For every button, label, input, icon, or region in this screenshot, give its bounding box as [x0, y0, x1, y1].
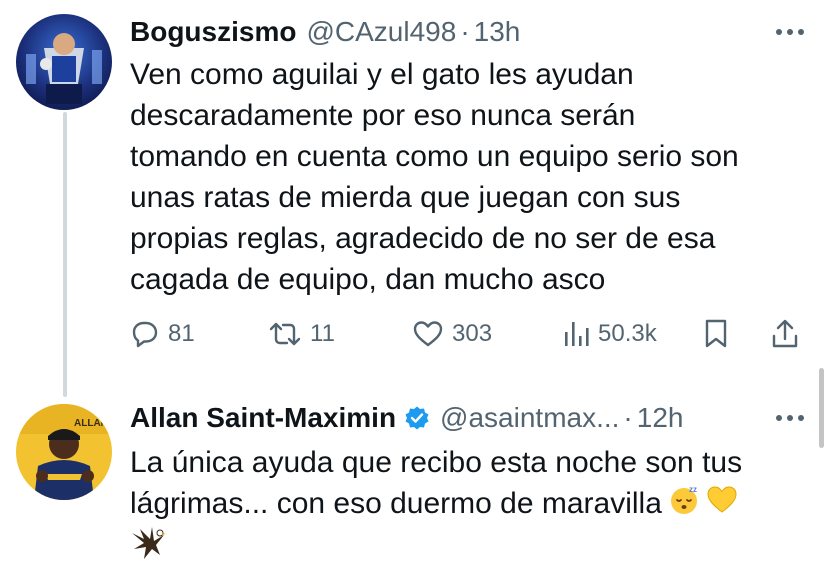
- sleeping-face-icon: zz: [668, 484, 700, 527]
- timestamp[interactable]: 12h: [637, 402, 684, 434]
- tweet-text: Ven como aguilai y el gato les ayudan de…: [130, 54, 798, 300]
- tweet-text-line: cagada de equipo, dan mucho asco: [130, 263, 606, 296]
- user-handle[interactable]: @asaintmax...: [440, 402, 619, 434]
- yellow-heart-icon: [706, 484, 738, 527]
- tweet-text-line-with-emoji: lágrimas... con eso duermo de maravilla z…: [130, 483, 798, 527]
- separator-dot: ·: [623, 402, 633, 433]
- avatar[interactable]: ALLAN: [16, 404, 112, 500]
- tweet-text-line: Ven como aguilai y el gato les ayudan: [130, 58, 634, 91]
- reply-count: 81: [168, 320, 195, 347]
- tweet-text-line: propias reglas, agradecido de no ser de …: [130, 222, 716, 255]
- like-count: 303: [452, 320, 493, 347]
- thread-line: [63, 112, 67, 397]
- views-count: 50.3k: [598, 320, 657, 347]
- svg-text:ALLAN: ALLAN: [74, 418, 108, 429]
- tweet-text-line: tomando en cuenta como un equipo serio s…: [130, 140, 739, 173]
- tweet-allan-saint-maximin[interactable]: ALLAN Allan Saint-Maximin @asaintmax... …: [0, 380, 828, 573]
- retweet-icon: [269, 322, 301, 346]
- bookmark-icon: [705, 319, 727, 348]
- display-name[interactable]: Boguszismo: [130, 16, 296, 48]
- reply-button[interactable]: 81: [130, 312, 195, 356]
- scrollbar[interactable]: [819, 368, 824, 448]
- verified-badge-icon: [404, 405, 430, 431]
- reply-icon: [132, 321, 158, 348]
- profile-photo-trophy: [16, 14, 112, 110]
- retweet-button[interactable]: 11: [268, 312, 335, 356]
- svg-text:zz: zz: [689, 485, 697, 494]
- avatar[interactable]: [16, 14, 112, 110]
- separator-dot: ·: [460, 16, 470, 47]
- bookmark-button[interactable]: [702, 312, 730, 356]
- tweet-text-line: descaradamente por eso nunca serán: [130, 99, 636, 132]
- profile-photo-player: ALLAN: [16, 404, 112, 500]
- share-icon: [772, 319, 798, 348]
- tweet-text-fragment: lágrimas... con eso duermo de maravilla: [130, 487, 662, 520]
- share-button[interactable]: [770, 312, 800, 356]
- views-button[interactable]: 50.3k: [562, 312, 657, 356]
- like-button[interactable]: 303: [412, 312, 492, 356]
- user-handle[interactable]: @CAzul498: [306, 16, 456, 48]
- timestamp[interactable]: 13h: [474, 16, 521, 48]
- tweet-text-line: unas ratas de mierda que juegan con sus: [130, 181, 681, 214]
- tweet-text: La única ayuda que recibo esta noche son…: [130, 442, 798, 527]
- display-name[interactable]: Allan Saint-Maximin: [130, 402, 396, 434]
- retweet-count: 11: [310, 320, 335, 347]
- tweet-boguszismo[interactable]: Boguszismo @CAzul498 · 13h Ven como agui…: [0, 0, 828, 397]
- tweet-text-line: La única ayuda que recibo esta noche son…: [130, 446, 743, 479]
- heart-icon: [413, 321, 443, 347]
- tweet-header: Allan Saint-Maximin @asaintmax... · 12h: [130, 398, 768, 438]
- tweet-header: Boguszismo @CAzul498 · 13h: [130, 12, 768, 52]
- views-chart-icon: [565, 322, 589, 346]
- eagle-icon: [130, 525, 170, 566]
- more-options-icon[interactable]: [772, 22, 808, 42]
- action-bar: 81 11 303 50.3k: [130, 312, 810, 356]
- more-options-icon[interactable]: [772, 408, 808, 428]
